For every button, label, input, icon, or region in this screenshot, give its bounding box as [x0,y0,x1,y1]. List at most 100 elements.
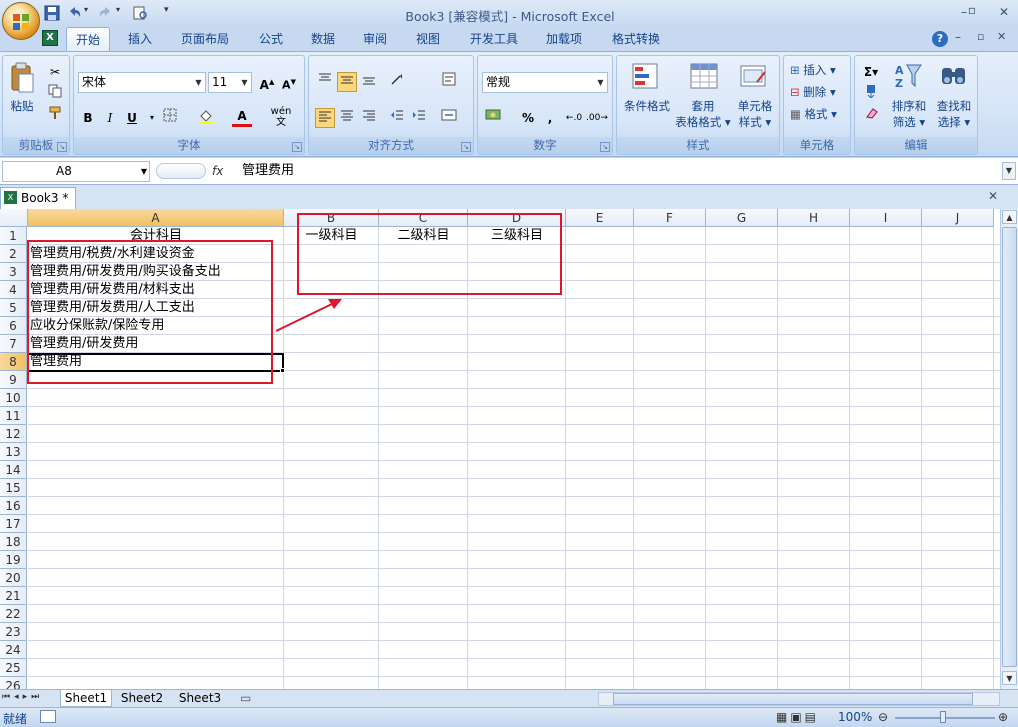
tab-page-layout[interactable]: 页面布局 [174,27,236,51]
save-icon[interactable] [44,5,60,21]
row-header-18[interactable]: 18 [0,533,27,551]
wrap-text-icon[interactable] [439,72,459,92]
row-header-1[interactable]: 1 [0,227,27,245]
sort-filter-button[interactable]: 排序和 筛选 ▾ [889,98,929,130]
workbook-tab[interactable]: X Book3 * [0,187,76,209]
column-header-a[interactable]: A [28,209,284,227]
tab-review[interactable]: 审阅 [356,27,394,51]
zoom-level[interactable]: 100% [838,710,872,724]
currency-icon[interactable] [484,108,504,128]
sheet-tab-3[interactable]: Sheet3 [174,690,226,707]
column-header-h[interactable]: H [778,209,850,227]
delete-cells-button[interactable]: ⊟ 删除 ▾ [790,84,850,102]
row-header-24[interactable]: 24 [0,641,27,659]
row-header-13[interactable]: 13 [0,443,27,461]
find-select-icon[interactable] [939,62,969,92]
align-middle-icon[interactable] [337,72,357,92]
expand-formula-bar-icon[interactable]: ▼ [1002,162,1016,180]
redo-icon[interactable] [98,5,114,21]
column-header-j[interactable]: J [922,209,994,227]
font-name-select[interactable]: 宋体 ▼ [78,72,206,93]
clear-icon[interactable] [861,106,881,126]
align-bottom-icon[interactable] [359,72,379,92]
row-header-20[interactable]: 20 [0,569,27,587]
tab-insert[interactable]: 插入 [120,27,160,51]
conditional-format-button[interactable]: 条件格式 [619,98,675,114]
row-header-21[interactable]: 21 [0,587,27,605]
scroll-up-icon[interactable]: ▲ [1002,210,1017,224]
fill-color-icon[interactable] [196,108,216,128]
name-box[interactable]: A8 ▼ [2,161,150,182]
tab-format-convert[interactable]: 格式转换 [604,27,668,51]
tab-formulas[interactable]: 公式 [252,27,290,51]
row-header-7[interactable]: 7 [0,335,27,353]
align-top-icon[interactable] [315,72,335,92]
font-size-select[interactable]: 11 ▼ [208,72,252,93]
paste-button[interactable]: 粘贴 [5,98,39,114]
cell-styles-icon[interactable] [739,62,769,92]
grow-font-icon[interactable]: A▲ [257,72,277,92]
number-launcher-icon[interactable]: ↘ [600,142,610,152]
row-header-17[interactable]: 17 [0,515,27,533]
row-header-8[interactable]: 8 [0,353,27,371]
increase-indent-icon[interactable] [409,108,429,128]
vertical-scrollbar[interactable]: ▲ ▼ [1000,209,1018,689]
shrink-font-icon[interactable]: A▼ [279,72,299,92]
row-header-16[interactable]: 16 [0,497,27,515]
format-as-table-button[interactable]: 套用 表格格式 ▾ [675,98,731,130]
insert-sheet-icon[interactable]: ▭ [240,691,251,705]
fill-handle[interactable] [280,368,285,373]
insert-cells-button[interactable]: ⊞ 插入 ▾ [790,62,850,80]
close-icon[interactable]: ✕ [992,3,1016,21]
row-header-2[interactable]: 2 [0,245,27,263]
view-buttons-icon[interactable]: ▦▣▤ [776,710,819,724]
sheet-tab-2[interactable]: Sheet2 [116,690,168,707]
sheet-navigation-icon[interactable]: ⏮◂▸⏭ [2,692,43,702]
phonetic-icon[interactable]: wén 文 [268,106,294,128]
undo-icon[interactable] [66,5,82,21]
row-header-19[interactable]: 19 [0,551,27,569]
zoom-in-icon[interactable]: ⊕ [998,710,1008,724]
font-color-icon[interactable]: A [232,108,252,127]
copy-icon[interactable] [45,84,65,104]
underline-button[interactable]: U [122,108,142,128]
decrease-indent-icon[interactable] [387,108,407,128]
row-header-3[interactable]: 3 [0,263,27,281]
column-header-f[interactable]: F [634,209,706,227]
select-all-corner[interactable] [0,209,28,227]
ribbon-close-icon[interactable]: ✕ [997,30,1006,43]
conditional-format-icon[interactable] [631,62,661,92]
merge-center-icon[interactable] [439,108,459,128]
row-header-25[interactable]: 25 [0,659,27,677]
align-left-icon[interactable] [315,108,335,128]
column-header-i[interactable]: I [850,209,922,227]
tab-view[interactable]: 视图 [408,27,448,51]
scroll-down-icon[interactable]: ▼ [1002,671,1017,685]
sort-filter-icon[interactable]: AZ [893,62,923,92]
help-icon[interactable]: ? [932,31,948,47]
border-icon[interactable] [160,108,180,128]
tab-add-ins[interactable]: 加载项 [540,27,588,51]
number-format-select[interactable]: 常规 ▼ [482,72,608,93]
insert-function-icon[interactable]: fx [212,161,232,181]
row-header-6[interactable]: 6 [0,317,27,335]
row-header-4[interactable]: 4 [0,281,27,299]
horizontal-scroll-thumb[interactable] [613,693,973,705]
row-header-5[interactable]: 5 [0,299,27,317]
row-header-22[interactable]: 22 [0,605,27,623]
cut-icon[interactable]: ✂ [45,62,65,82]
formula-bar-splitter[interactable] [156,163,206,179]
format-painter-icon[interactable] [45,106,65,126]
align-right-icon[interactable] [359,108,379,128]
italic-button[interactable]: I [100,108,120,128]
font-launcher-icon[interactable]: ↘ [292,142,302,152]
workbook-close-icon[interactable]: ✕ [988,189,998,203]
row-header-11[interactable]: 11 [0,407,27,425]
zoom-slider-thumb[interactable] [940,711,946,723]
orientation-icon[interactable] [389,72,409,92]
row-header-14[interactable]: 14 [0,461,27,479]
row-header-15[interactable]: 15 [0,479,27,497]
tab-developer[interactable]: 开发工具 [464,27,524,51]
print-preview-icon[interactable] [132,5,148,21]
horizontal-scrollbar[interactable] [598,692,1000,706]
